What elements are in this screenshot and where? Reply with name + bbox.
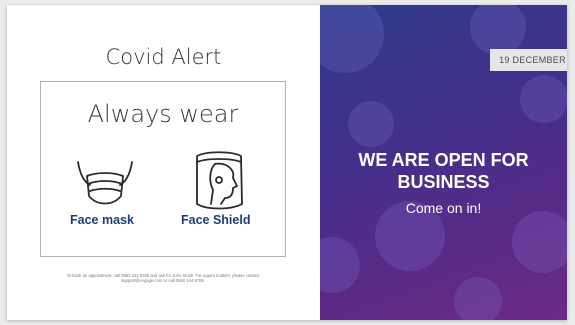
poster-frame: Covid Alert Always wear Face mask Face S… [7, 5, 567, 320]
face-shield-icon [196, 151, 243, 210]
panel-title: Covid Alert [105, 45, 222, 69]
face-shield-label: Face Shield [181, 213, 251, 227]
always-wear-box: Always wear Face mask Face Shield [40, 81, 286, 257]
headline: WE ARE OPEN FOR BUSINESS [358, 150, 529, 192]
bokeh-light [320, 237, 360, 293]
subheadline: Come on in! [405, 200, 482, 216]
box-heading: Always wear [87, 100, 239, 128]
covid-alert-panel: Covid Alert Always wear Face mask Face S… [7, 5, 320, 320]
bokeh-light [454, 277, 502, 320]
date-badge: 19 DECEMBER [490, 49, 567, 71]
bokeh-light [470, 5, 526, 55]
face-mask-icon [77, 161, 133, 205]
face-mask-label: Face mask [70, 213, 134, 227]
open-for-business-panel: 19 DECEMBER WE ARE OPEN FOR BUSINESS Com… [320, 5, 567, 320]
bokeh-light [348, 101, 394, 147]
bokeh-light [320, 5, 384, 73]
bokeh-light [520, 75, 567, 123]
contact-footnote: To book an appointment, call 0892 344 87… [66, 273, 260, 284]
bokeh-light [512, 211, 567, 273]
